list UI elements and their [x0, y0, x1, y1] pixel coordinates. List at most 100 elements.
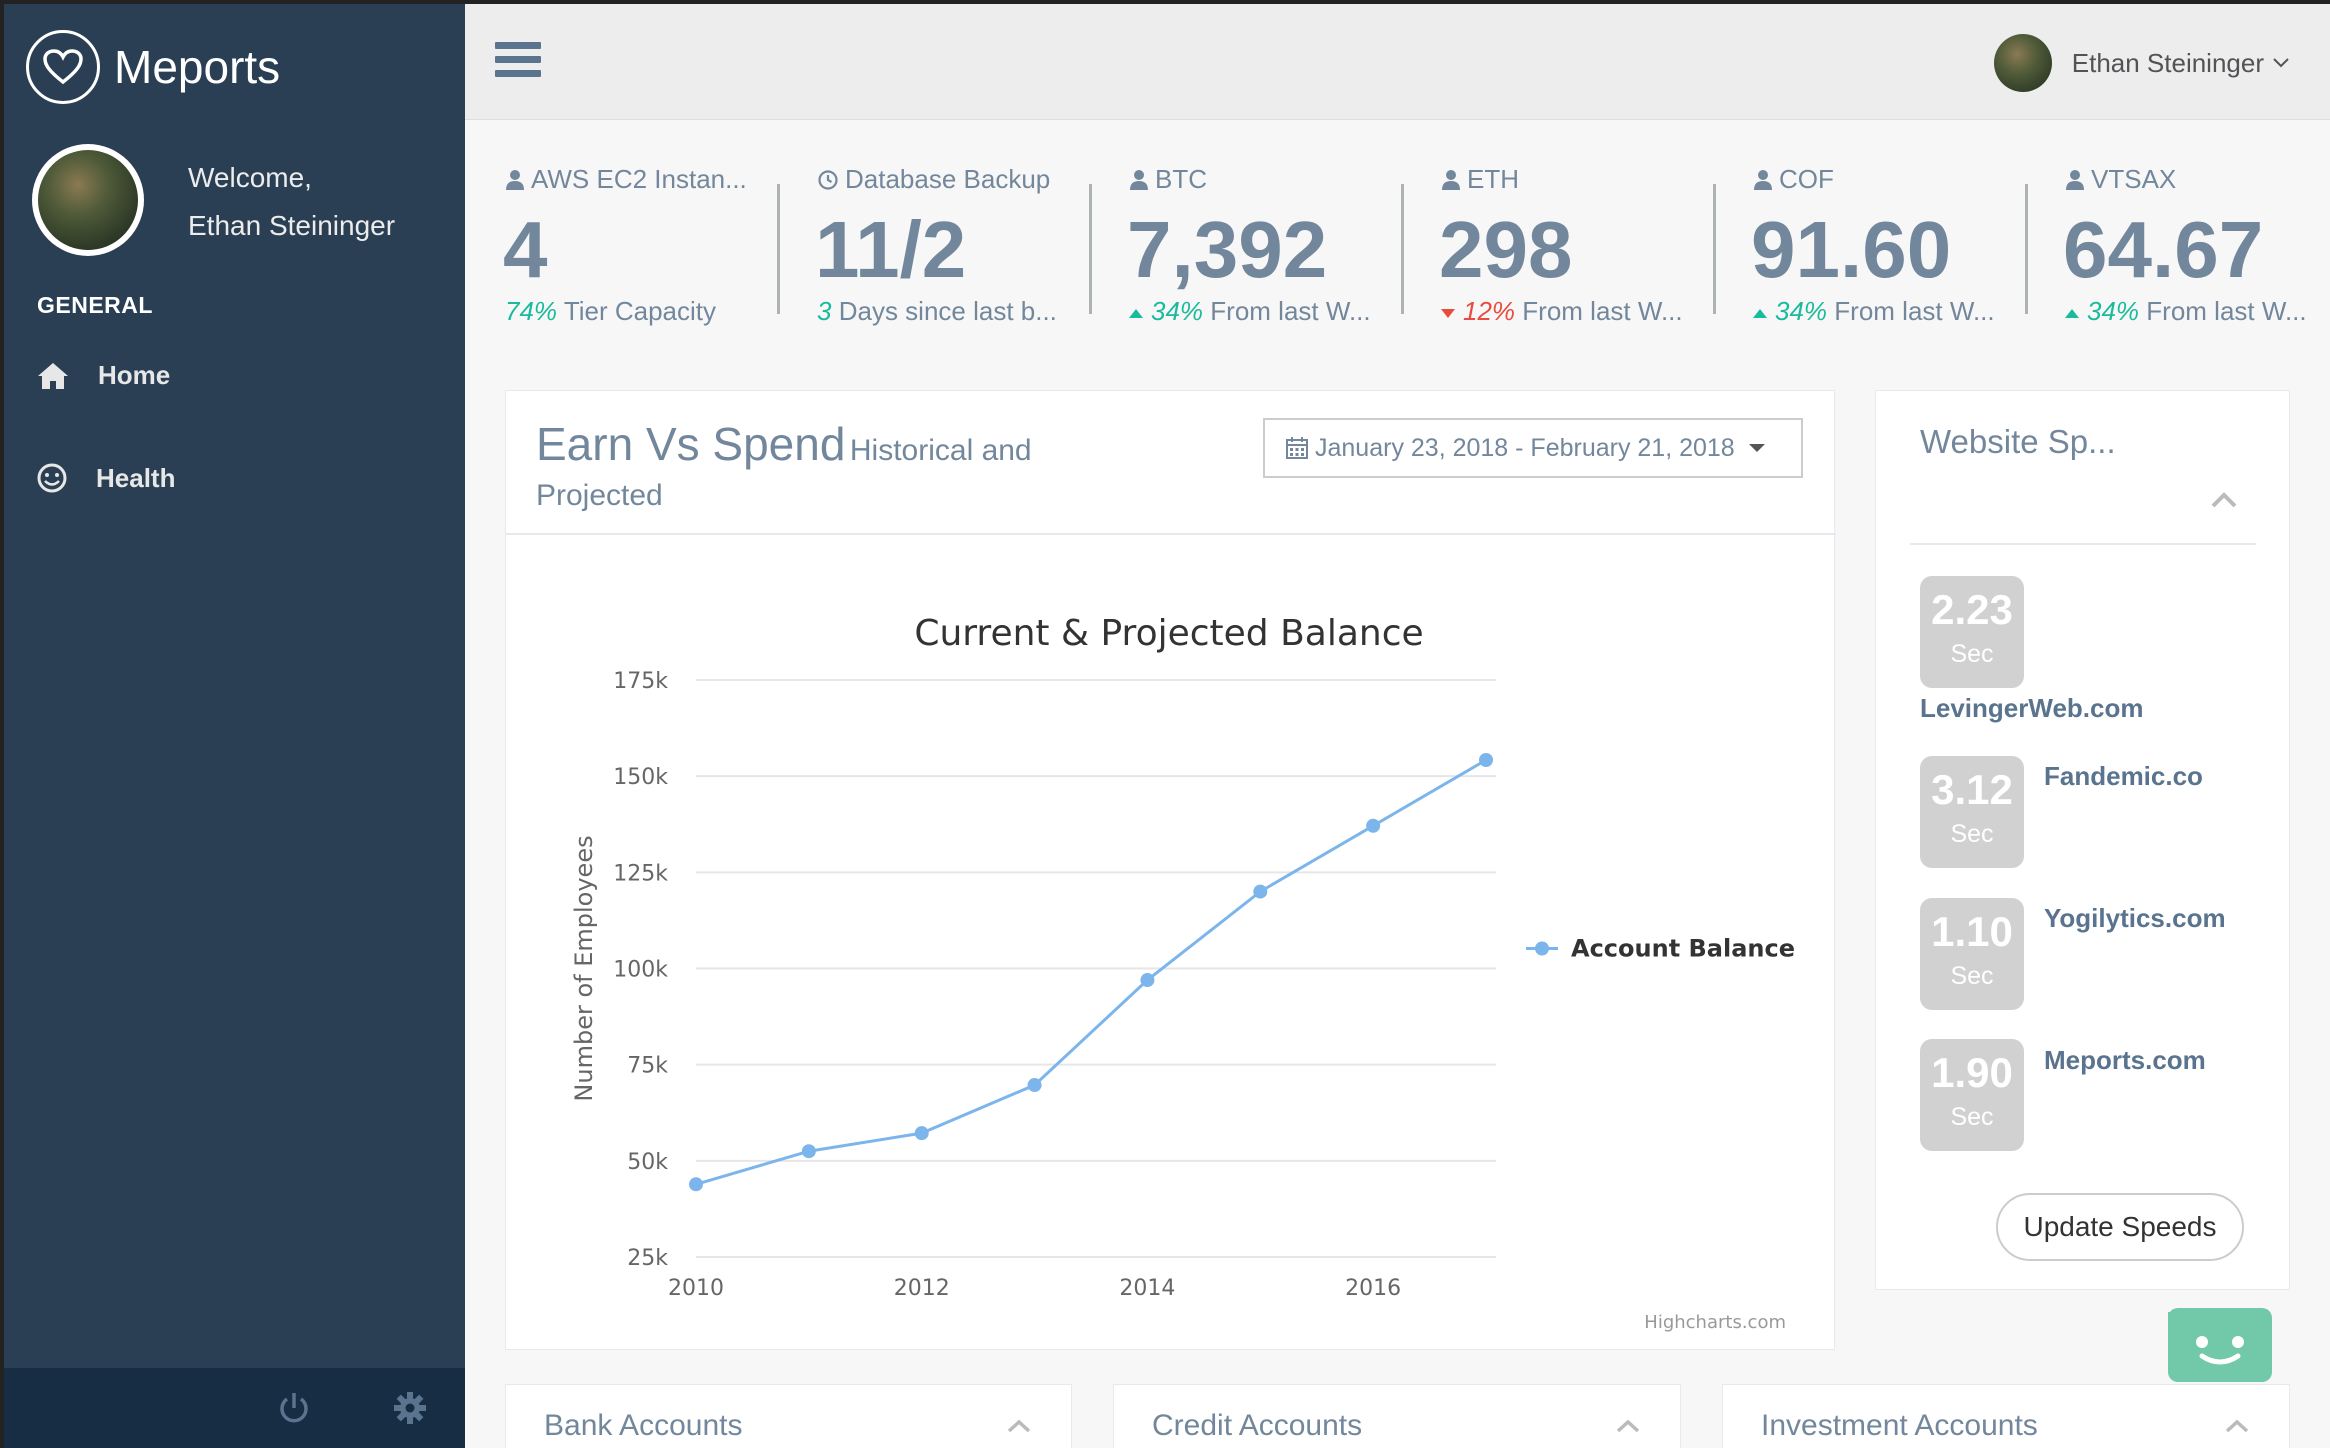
speed-badge: 1.90 Sec: [1920, 1039, 2024, 1151]
stat-tile: ETH 298 12% From last W...: [1401, 144, 1711, 326]
investment-accounts-panel: Investment Accounts: [1722, 1384, 2290, 1448]
data-point[interactable]: [1479, 753, 1493, 768]
chevron-up-icon[interactable]: [1616, 1419, 1640, 1433]
data-point[interactable]: [1140, 973, 1155, 988]
tile-value: 7,392: [1127, 205, 1328, 294]
tile-delta: 12%: [1463, 296, 1516, 326]
speed-unit: Sec: [1950, 640, 1994, 668]
data-point[interactable]: [1253, 884, 1268, 899]
welcome-label: Welcome,: [188, 162, 312, 193]
date-range-picker[interactable]: January 23, 2018 - February 21, 2018: [1263, 418, 1803, 478]
tile-value: 64.67: [2063, 205, 2264, 294]
stat-tile: Database Backup 11/2 3 Days since last b..…: [777, 144, 1087, 326]
hamburger-icon[interactable]: [495, 42, 541, 84]
chevron-up-icon[interactable]: [2210, 491, 2238, 509]
panel-title: Earn Vs Spend Historical and Projected: [536, 417, 1296, 513]
caret-down-icon: [1748, 444, 1765, 452]
welcome-username: Ethan Steininger: [188, 210, 396, 241]
sidebar-footer: [4, 1368, 465, 1448]
credit-accounts-title: Credit Accounts: [1152, 1409, 1363, 1442]
data-point[interactable]: [1366, 818, 1381, 833]
arrow-down-icon: [1441, 308, 1455, 318]
stat-tile: VTSAX 64.67 34% From last W...: [2025, 144, 2330, 326]
site-name[interactable]: Meports.com: [2044, 1045, 2206, 1076]
data-point[interactable]: [689, 1177, 703, 1192]
chevron-down-icon: [2273, 58, 2289, 68]
y-tick-label: 50k: [627, 1150, 668, 1175]
x-tick-label: 2012: [894, 1276, 950, 1301]
chat-bot-icon: [2154, 1312, 2244, 1365]
tile-suffix: From last W...: [1522, 296, 1683, 326]
y-tick-label: 100k: [613, 958, 668, 983]
user-icon: [1754, 169, 1772, 190]
speed-panel-title: Website Sp...: [1920, 423, 2116, 460]
tile-value: 298: [1439, 205, 1573, 294]
speed-value: 1.10: [1931, 908, 2013, 955]
tile-suffix: From last W...: [1834, 296, 1995, 326]
stat-tile: COF 91.60 34% From last W...: [1713, 144, 2023, 326]
speed-value: 2.23: [1931, 586, 2013, 633]
user-icon: [2066, 169, 2084, 190]
tile-delta: 34%: [2087, 296, 2140, 326]
sidebar-item-home[interactable]: Home: [36, 360, 170, 391]
gear-icon[interactable]: [392, 1390, 428, 1426]
y-tick-label: 75k: [627, 1054, 668, 1079]
tile-subtext: 34% From last W...: [1129, 296, 1399, 327]
speed-value: 3.12: [1931, 766, 2013, 813]
brand[interactable]: Meports: [26, 30, 280, 104]
calendar-icon: [1286, 437, 1308, 459]
chevron-up-icon[interactable]: [1007, 1419, 1031, 1433]
chevron-up-icon[interactable]: [2225, 1419, 2249, 1433]
tile-title: VTSAX: [2065, 164, 2325, 195]
stats-tiles: AWS EC2 Instan... 4 74% Tier Capacity Datab…: [465, 120, 2330, 326]
legend-label[interactable]: Account Balance: [1571, 935, 1795, 963]
tile-delta: 3: [817, 296, 832, 326]
y-tick-label: 175k: [613, 669, 668, 694]
user-menu-name: Ethan Steininger: [2071, 47, 2264, 78]
speed-unit: Sec: [1950, 820, 1994, 848]
chart-credit[interactable]: Highcharts.com: [1644, 1312, 1786, 1333]
tile-delta: 34%: [1775, 296, 1828, 326]
site-name[interactable]: Fandemic.co: [2044, 761, 2203, 792]
data-point[interactable]: [914, 1126, 929, 1141]
site-name[interactable]: LevingerWeb.com: [1920, 693, 2143, 724]
speed-unit: Sec: [1950, 962, 1994, 990]
user-icon: [506, 169, 524, 190]
avatar: [32, 144, 144, 256]
sidebar-item-label: Home: [98, 360, 171, 390]
tile-title: BTC: [1129, 164, 1389, 195]
arrow-up-icon: [1753, 308, 1767, 318]
tile-value: 4: [503, 205, 548, 294]
sidebar-item-label: Health: [96, 462, 176, 493]
chat-widget[interactable]: [2154, 1308, 2272, 1382]
smile-icon: [37, 463, 67, 493]
tile-suffix: Tier Capacity: [563, 296, 717, 326]
site-name[interactable]: Yogilytics.com: [2044, 903, 2226, 934]
sidebar-item-health[interactable]: Health: [36, 462, 175, 494]
power-icon[interactable]: [276, 1390, 312, 1426]
speed-badge: 1.10 Sec: [1920, 898, 2024, 1010]
y-tick-label: 125k: [613, 861, 668, 886]
tile-subtext: 12% From last W...: [1441, 296, 1711, 327]
tile-suffix: Days since last b...: [838, 296, 1057, 326]
tile-subtext: 34% From last W...: [1753, 296, 2023, 327]
tile-subtext: 34% From last W...: [2065, 296, 2330, 327]
earn-vs-spend-panel: Earn Vs Spend Historical and Projected J…: [505, 390, 1836, 1350]
y-tick-label: 25k: [627, 1246, 668, 1271]
speed-badge: 3.12 Sec: [1920, 756, 2024, 868]
data-point[interactable]: [1027, 1078, 1042, 1093]
y-tick-label: 150k: [613, 765, 668, 790]
data-point[interactable]: [801, 1144, 816, 1159]
tile-value: 91.60: [1751, 205, 1952, 294]
home-icon: [38, 362, 68, 389]
tile-delta: 34%: [1151, 296, 1204, 326]
credit-accounts-panel: Credit Accounts: [1113, 1384, 1681, 1448]
speed-unit: Sec: [1950, 1103, 1994, 1131]
section-title: GENERAL: [37, 292, 153, 318]
update-speeds-button[interactable]: Update Speeds: [1996, 1193, 2244, 1261]
user-menu[interactable]: Ethan Steininger: [1993, 34, 2290, 92]
tile-suffix: From last W...: [1210, 296, 1371, 326]
y-axis-label: Number of Employees: [570, 835, 598, 1101]
tile-subtext: 3 Days since last b...: [817, 296, 1087, 327]
user-icon: [1442, 169, 1460, 190]
